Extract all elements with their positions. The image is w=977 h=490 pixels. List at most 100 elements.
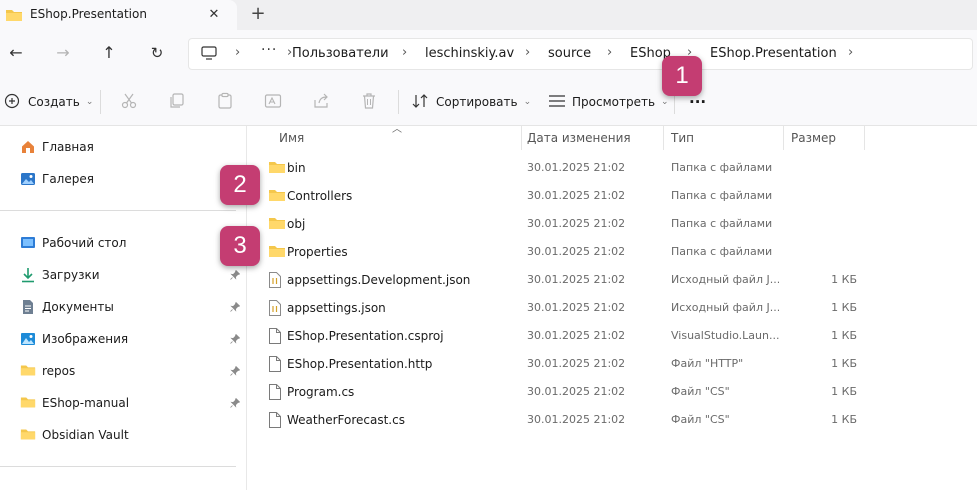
column-divider[interactable] (864, 126, 865, 150)
sort-ascending-icon: ︿ (392, 124, 402, 135)
plus-circle-icon[interactable] (4, 93, 24, 113)
paste-icon[interactable] (216, 92, 236, 112)
file-date: 30.01.2025 21:02 (527, 245, 626, 258)
table-row[interactable]: EShop.Presentation.http 30.01.2025 21:02… (248, 350, 977, 378)
file-name: appsettings.Development.json (287, 273, 471, 287)
breadcrumb-users[interactable]: Пользователи (292, 46, 389, 61)
file-type: Файл "CS" (671, 385, 730, 398)
file-date: 30.01.2025 21:02 (527, 357, 626, 370)
breadcrumb-separator[interactable]: › (525, 45, 530, 60)
pin-icon[interactable] (230, 333, 241, 347)
callout-badge-1: 1 (662, 56, 702, 96)
file-name: appsettings.json (287, 301, 386, 315)
rename-icon[interactable] (264, 92, 284, 112)
view-label: Просмотреть (572, 95, 656, 109)
breadcrumb-source[interactable]: source (548, 46, 591, 61)
column-divider[interactable] (663, 126, 664, 150)
download-icon (20, 267, 36, 286)
table-row[interactable]: Properties 30.01.2025 21:02 Папка с файл… (248, 238, 977, 266)
view-button[interactable]: Просмотреть ⌄ (572, 90, 669, 114)
tab-eshop-presentation[interactable]: EShop.Presentation ✕ (0, 0, 237, 30)
sidebar-item-repos[interactable]: repos (0, 358, 246, 384)
sidebar-item-label: Obsidian Vault (42, 428, 129, 442)
sidebar-divider (0, 466, 236, 467)
file-name: Controllers (287, 189, 353, 203)
file-size: 1 КБ (831, 301, 857, 314)
sidebar-item-downloads[interactable]: Загрузки (0, 262, 246, 288)
create-button[interactable]: Создать ⌄ (28, 90, 93, 114)
view-icon[interactable] (548, 94, 568, 114)
column-divider[interactable] (521, 126, 522, 150)
file-type: Файл "CS" (671, 413, 730, 426)
toolbar-divider (100, 90, 101, 114)
table-row[interactable]: bin 30.01.2025 21:02 Папка с файлами (248, 154, 977, 182)
refresh-icon[interactable]: ↻ (144, 42, 170, 66)
delete-icon[interactable] (360, 92, 380, 112)
breadcrumb-separator[interactable]: › (235, 45, 240, 60)
copy-icon[interactable] (168, 92, 188, 112)
column-header-row: ︿ Имя Дата изменения Тип Размер (248, 124, 977, 150)
breadcrumb-user[interactable]: leschinskiy.av (425, 46, 514, 61)
navigation-pane: Главная Галерея Рабочий стол Загрузки До… (0, 126, 247, 490)
sort-icon[interactable] (412, 93, 432, 113)
pin-icon[interactable] (230, 301, 241, 315)
sidebar-item-home[interactable]: Главная (0, 134, 246, 160)
new-tab-button[interactable]: + (247, 4, 269, 26)
desktop-icon (20, 235, 36, 254)
sidebar-item-documents[interactable]: Документы (0, 294, 246, 320)
file-type: Файл "HTTP" (671, 357, 744, 370)
table-row[interactable]: Controllers 30.01.2025 21:02 Папка с фай… (248, 182, 977, 210)
json-file-icon (268, 272, 282, 291)
pin-icon[interactable] (230, 269, 241, 283)
sort-button[interactable]: Сортировать ⌄ (436, 90, 531, 114)
file-type: Папка с файлами (671, 217, 773, 230)
file-type: Исходный файл J... (671, 273, 779, 286)
share-icon[interactable] (312, 92, 332, 112)
column-header-name[interactable]: Имя (279, 131, 304, 145)
table-row[interactable]: obj 30.01.2025 21:02 Папка с файлами (248, 210, 977, 238)
computer-icon[interactable] (201, 46, 217, 64)
file-size: 1 КБ (831, 273, 857, 286)
breadcrumb-separator[interactable]: › (848, 45, 853, 60)
pin-icon[interactable] (230, 397, 241, 411)
sort-label: Сортировать (436, 95, 518, 109)
file-size: 1 КБ (831, 357, 857, 370)
table-row[interactable]: appsettings.json 30.01.2025 21:02 Исходн… (248, 294, 977, 322)
sidebar-item-eshop-manual[interactable]: EShop-manual (0, 390, 246, 416)
sidebar-item-obsidian-vault[interactable]: Obsidian Vault (0, 422, 246, 448)
back-arrow-icon[interactable]: ← (3, 42, 29, 66)
column-header-size[interactable]: Размер (791, 131, 836, 145)
close-icon[interactable]: ✕ (204, 5, 224, 25)
pin-icon[interactable] (230, 365, 241, 379)
sidebar-item-desktop[interactable]: Рабочий стол (0, 230, 246, 256)
table-row[interactable]: appsettings.Development.json 30.01.2025 … (248, 266, 977, 294)
file-name: bin (287, 161, 306, 175)
table-row[interactable]: WeatherForecast.cs 30.01.2025 21:02 Файл… (248, 406, 977, 434)
callout-badge-3: 3 (220, 226, 260, 266)
tab-bar: EShop.Presentation ✕ + (0, 0, 977, 30)
chevron-down-icon: ⌄ (661, 97, 669, 107)
breadcrumb-overflow[interactable]: ··· (261, 42, 277, 58)
sidebar-item-gallery[interactable]: Галерея (0, 166, 246, 192)
table-row[interactable]: Program.cs 30.01.2025 21:02 Файл "CS" 1 … (248, 378, 977, 406)
folder-icon (268, 216, 286, 233)
file-icon (268, 412, 282, 431)
breadcrumb-eshop-presentation[interactable]: EShop.Presentation (710, 46, 837, 61)
up-arrow-icon[interactable]: ↑ (96, 42, 122, 66)
column-header-date[interactable]: Дата изменения (527, 131, 631, 145)
folder-icon (5, 8, 23, 25)
sidebar-item-label: Галерея (42, 172, 94, 186)
sidebar-item-label: Загрузки (42, 268, 100, 282)
file-name: EShop.Presentation.csproj (287, 329, 444, 343)
file-explorer-window: EShop.Presentation ✕ + ← → ↑ ↻ › ··· › П… (0, 0, 977, 490)
forward-arrow-icon[interactable]: → (50, 42, 76, 66)
sidebar-item-pictures[interactable]: Изображения (0, 326, 246, 352)
cut-icon[interactable] (120, 92, 140, 112)
column-divider[interactable] (783, 126, 784, 150)
breadcrumb-separator[interactable]: › (607, 45, 612, 60)
table-row[interactable]: EShop.Presentation.csproj 30.01.2025 21:… (248, 322, 977, 350)
file-icon (268, 328, 282, 347)
address-bar[interactable]: › ··· › Пользователи › leschinskiy.av › … (188, 38, 973, 70)
breadcrumb-separator[interactable]: › (402, 45, 407, 60)
column-header-type[interactable]: Тип (671, 131, 694, 145)
